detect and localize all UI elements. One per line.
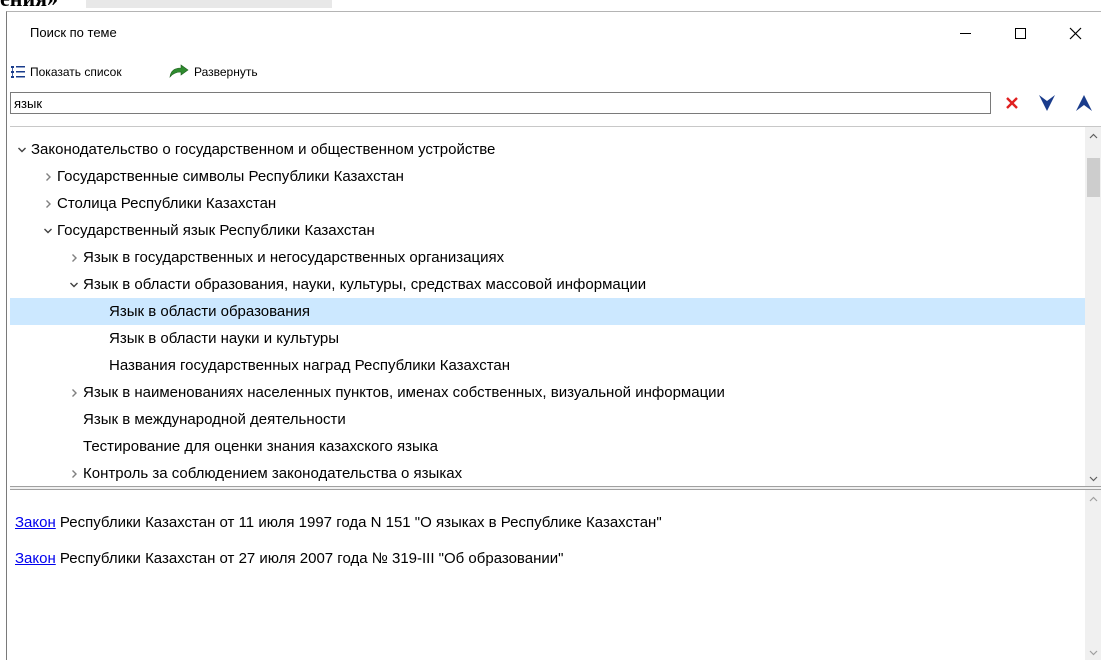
scroll-up-button[interactable] [1085,490,1101,507]
expand-label: Развернуть [194,65,258,79]
tree-item-label: Язык в государственных и негосударственн… [83,249,505,266]
document-title: Республики Казахстан от 27 июля 2007 год… [55,550,564,567]
tree-item-label: Язык в области науки и культуры [109,330,340,347]
maximize-icon [1014,27,1026,39]
document-title: Республики Казахстан от 11 июля 1997 год… [55,514,662,531]
chevron-down-icon[interactable] [15,136,29,163]
tree-item-label: Язык в области образования [109,303,311,320]
scroll-thumb[interactable] [1087,158,1100,197]
scroll-down-button[interactable] [1085,644,1101,660]
tree-item[interactable]: Тестирование для оценки знания казахског… [10,433,1086,460]
document-link[interactable]: Закон [15,550,56,567]
list-icon [11,66,25,78]
tree-item[interactable]: Государственный язык Республики Казахста… [10,217,1086,244]
tree-item[interactable]: Столица Республики Казахстан [10,190,1086,217]
tree-item-label: Государственный язык Республики Казахста… [57,222,375,239]
clear-x-icon [1006,97,1018,109]
tree-item[interactable]: Контроль за соблюдением законодательства… [10,460,1086,486]
tree-item[interactable]: Язык в государственных и негосударственн… [10,244,1086,271]
tree-item-label: Государственные символы Республики Казах… [57,168,404,185]
chevron-right-icon[interactable] [41,163,55,190]
chevron-right-icon[interactable] [67,379,81,406]
tree-item[interactable]: Язык в области образования [10,298,1086,325]
chevron-up-icon [1089,133,1098,138]
search-by-topic-window: Поиск по теме Показать список Развернуть… [6,11,1101,660]
clear-search-button[interactable] [999,92,1025,114]
tree-item-label: Контроль за соблюдением законодательства… [83,465,463,482]
tree-item-label: Язык в наименованиях населенных пунктов,… [83,384,725,401]
document-item: Закон Республики Казахстан от 27 июля 20… [15,549,563,569]
tree-item-label: Названия государственных наград Республи… [109,357,511,374]
search-row [7,92,1101,114]
expand-button[interactable]: Развернуть [168,62,258,82]
tree-item[interactable]: Государственные символы Республики Казах… [10,163,1086,190]
chevron-down-icon[interactable] [41,217,55,244]
arrow-down-icon [1039,95,1055,111]
window-title: Поиск по теме [30,25,117,40]
chevron-up-icon [1089,496,1098,501]
close-button[interactable] [1048,12,1101,54]
tree-item[interactable]: Язык в области науки и культуры [10,325,1086,352]
expand-arrow-icon [169,64,189,78]
tree-item-label: Столица Республики Казахстан [57,195,277,212]
search-input[interactable] [10,92,991,114]
minimize-icon [959,32,971,34]
document-item: Закон Республики Казахстан от 11 июля 19… [15,513,662,533]
tree-item-label: Тестирование для оценки знания казахског… [83,438,439,455]
show-list-label: Показать список [30,65,122,79]
tree-item-label: Законодательство о государственном и общ… [31,141,496,158]
minimize-button[interactable] [938,12,992,54]
tree-item[interactable]: Названия государственных наград Республи… [10,352,1086,379]
scroll-up-button[interactable] [1085,127,1101,144]
chevron-down-icon [1089,650,1098,655]
chevron-right-icon[interactable] [67,244,81,271]
tree-item[interactable]: Язык в области образования, науки, культ… [10,271,1086,298]
find-next-button[interactable] [1034,92,1060,114]
documents-panel: Закон Республики Казахстан от 11 июля 19… [10,490,1101,660]
show-list-button[interactable]: Показать список [10,62,122,82]
tree-item[interactable]: Язык в наименованиях населенных пунктов,… [10,379,1086,406]
tree-scrollbar[interactable] [1085,127,1101,486]
tree-item[interactable]: Язык в международной деятельности [10,406,1086,433]
find-previous-button[interactable] [1071,92,1097,114]
arrow-up-icon [1076,95,1092,111]
topic-tree-panel: Законодательство о государственном и общ… [10,126,1101,486]
toolbar: Показать список Развернуть [7,58,1101,86]
document-link[interactable]: Закон [15,514,56,531]
maximize-button[interactable] [993,12,1047,54]
close-icon [1069,27,1081,39]
chevron-down-icon [1089,476,1098,481]
chevron-right-icon[interactable] [67,460,81,486]
tree-item[interactable]: Законодательство о государственном и общ… [10,136,1086,163]
documents-scrollbar[interactable] [1085,490,1101,660]
background-document-field [86,0,332,8]
chevron-right-icon[interactable] [41,190,55,217]
title-bar: Поиск по теме [7,12,1101,54]
scroll-down-button[interactable] [1085,470,1101,486]
tree-item-label: Язык в области образования, науки, культ… [83,276,647,293]
tree-item-label: Язык в международной деятельности [83,411,346,428]
chevron-down-icon[interactable] [67,271,81,298]
